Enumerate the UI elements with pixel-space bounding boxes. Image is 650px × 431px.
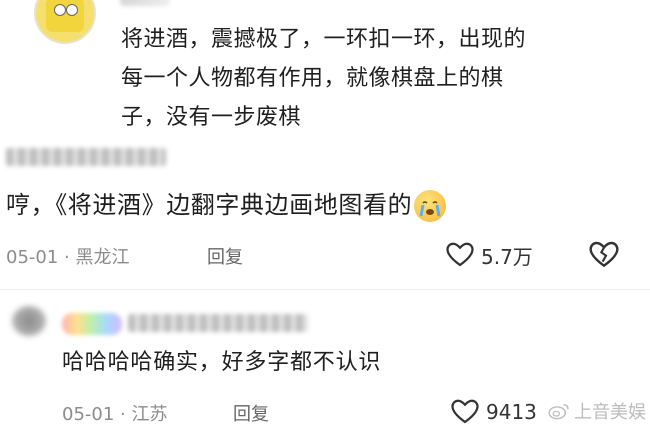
username-blurred[interactable] [128, 314, 308, 332]
like-count: 9413 [486, 400, 537, 424]
comment-meta: 05-01 · 黑龙江 [6, 243, 129, 269]
meta-separator: · [58, 247, 76, 268]
comment-meta: 05-01 · 江苏 [62, 400, 167, 426]
user-badge-blurred [62, 313, 122, 335]
username-blurred[interactable] [120, 0, 170, 6]
like-count: 5.7万 [481, 244, 533, 269]
crying-face-emoji-icon [414, 190, 447, 222]
comment-body: 哼，《将进酒》边翻字典边画地图看的 [6, 191, 413, 219]
reply-button[interactable]: 回复 [233, 400, 269, 426]
comment-location: 黑龙江 [75, 247, 130, 268]
like-button[interactable]: 9413 [450, 397, 537, 427]
username-blurred[interactable] [6, 148, 166, 166]
comment-text: 将进酒，震撼极了，一环扣一环，出现的 每一个人物都有作用，就像棋盘上的棋 子，没… [121, 20, 621, 137]
comment-line: 将进酒，震撼极了，一环扣一环，出现的 [121, 27, 527, 52]
meta-separator: · [114, 404, 132, 425]
comment-text: 哼，《将进酒》边翻字典边画地图看的 [6, 190, 447, 222]
comment-date: 05-01 [62, 404, 115, 425]
comment-line: 子，没有一步废棋 [121, 105, 302, 130]
broken-heart-icon[interactable] [588, 239, 620, 271]
heart-icon [451, 399, 479, 424]
weibo-logo-icon [548, 403, 569, 420]
divider [0, 289, 650, 290]
reply-button[interactable]: 回复 [207, 243, 243, 269]
comment-location: 江苏 [131, 404, 168, 425]
heart-icon [446, 242, 474, 267]
avatar[interactable] [34, 0, 96, 44]
watermark: 上音美娱 [548, 398, 646, 424]
avatar[interactable] [12, 306, 46, 336]
watermark-text: 上音美娱 [574, 402, 646, 423]
comment-text: 哈哈哈哈确实，好多字都不认识 [62, 350, 382, 375]
comment-line: 每一个人物都有作用，就像棋盘上的棋 [121, 66, 504, 91]
comment-date: 05-01 [6, 247, 59, 268]
like-button[interactable]: 5.7万 [445, 240, 533, 270]
